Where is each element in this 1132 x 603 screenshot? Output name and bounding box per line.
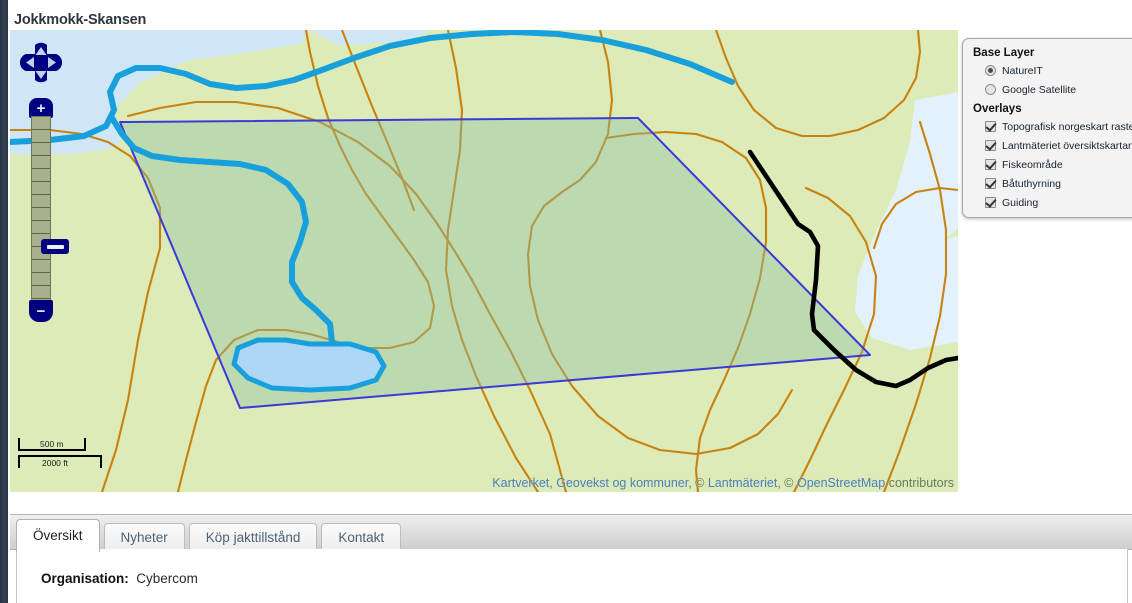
overlay-option-fiskeomrade[interactable]: Fiskeområde [985,156,1132,173]
map-lake-small [231,337,387,393]
tab-kontakt[interactable]: Kontakt [321,523,402,552]
radio-icon-google-satellite[interactable] [985,84,996,95]
scalebar-metric-label: 500 m [40,439,64,449]
organisation-label: Organisation: [41,571,129,586]
attribution-link-lantmateriet[interactable]: Lantmäteriet [708,476,777,490]
radio-icon-natureit[interactable] [985,65,996,76]
base-layer-label-google-satellite: Google Satellite [1002,83,1077,96]
tab-kop-jakttillstand[interactable]: Köp jakttillstånd [188,523,318,552]
scalebar-imperial-label: 2000 ft [42,458,68,468]
overlays-heading: Overlays [973,103,1022,115]
zoom-out-button[interactable]: − [29,300,53,322]
attribution-suffix: contributors [885,476,954,490]
base-layer-option-google-satellite[interactable]: Google Satellite [985,81,1132,98]
base-layer-option-natureit[interactable]: NatureIT [985,62,1132,79]
layer-switcher-panel[interactable]: Base Layer NatureIT Google Satellite Ove… [962,38,1132,218]
tab-oversikt[interactable]: Översikt [16,519,100,552]
map-viewport[interactable]: 500 m 2000 ft Kartverket, Geovekst og ko… [10,30,958,492]
tab-content-panel: Organisation: Cybercom [16,549,1128,603]
page-title: Jokkmokk-Skansen [14,12,147,28]
checkbox-icon-lantmateriet-oversiktskartan[interactable] [985,140,996,151]
map-pan-zoom-control[interactable]: + − [18,38,69,326]
overview-content: Organisation: Cybercom [17,549,1127,586]
overlay-label-fiskeomrade: Fiskeområde [1002,158,1063,171]
base-layer-heading: Base Layer [973,47,1035,59]
checkbox-icon-topografisk-norgeskart-raster[interactable] [985,121,996,132]
zoom-in-icon: + [36,99,46,117]
map-attribution: Kartverket, Geovekst og kommuner, © Lant… [492,476,954,490]
organisation-value-text: Cybercom [136,571,198,586]
attribution-sep-1: , © [688,476,708,490]
tab-label-kop-jakttillstand: Köp jakttillstånd [205,530,301,545]
attribution-link-openstreetmap[interactable]: OpenStreetMap [797,476,885,490]
tab-label-oversikt: Översikt [33,528,83,543]
overlay-label-lantmateriet-oversiktskartan: Lantmäteriet översiktskartan [1002,139,1132,152]
overlay-label-batuthyrning: Båtuthyrning [1002,177,1061,190]
tab-nyheter[interactable]: Nyheter [103,523,185,552]
checkbox-icon-batuthyrning[interactable] [985,178,996,189]
map-scalebar: 500 m 2000 ft [18,438,110,474]
zoom-in-button[interactable]: + [29,98,53,118]
tab-section: Översikt Nyheter Köp jakttillstånd Konta… [0,508,1132,603]
zoom-out-icon: − [36,302,46,320]
attribution-link-kartverket[interactable]: Kartverket, Geovekst og kommuner [492,476,688,490]
base-layer-label-natureit: NatureIT [1002,64,1043,77]
checkbox-icon-guiding[interactable] [985,197,996,208]
overlay-option-lantmateriet-oversiktskartan[interactable]: Lantmäteriet översiktskartan [985,137,1132,154]
overlay-label-topografisk-norgeskart-raster: Topografisk norgeskart raster [1002,120,1132,133]
tab-strip[interactable]: Översikt Nyheter Köp jakttillstånd Konta… [16,518,405,552]
overlay-option-batuthyrning[interactable]: Båtuthyrning [985,175,1132,192]
tab-label-kontakt: Kontakt [338,530,385,545]
overlay-option-guiding[interactable]: Guiding [985,194,1132,211]
pan-control[interactable] [18,38,64,88]
overlay-option-topografisk-norgeskart-raster[interactable]: Topografisk norgeskart raster [985,118,1132,135]
attribution-sep-2: , © [777,476,797,490]
tab-label-nyheter: Nyheter [120,530,168,545]
zoom-slider-handle[interactable] [41,239,69,254]
page-root: Jokkmokk-Skansen 500 m 2000 ft Kartverke… [0,0,1132,603]
map-canvas[interactable] [10,30,958,492]
checkbox-icon-fiskeomrade[interactable] [985,159,996,170]
overlay-label-guiding: Guiding [1002,196,1039,209]
zoom-slider-track[interactable] [31,116,69,302]
